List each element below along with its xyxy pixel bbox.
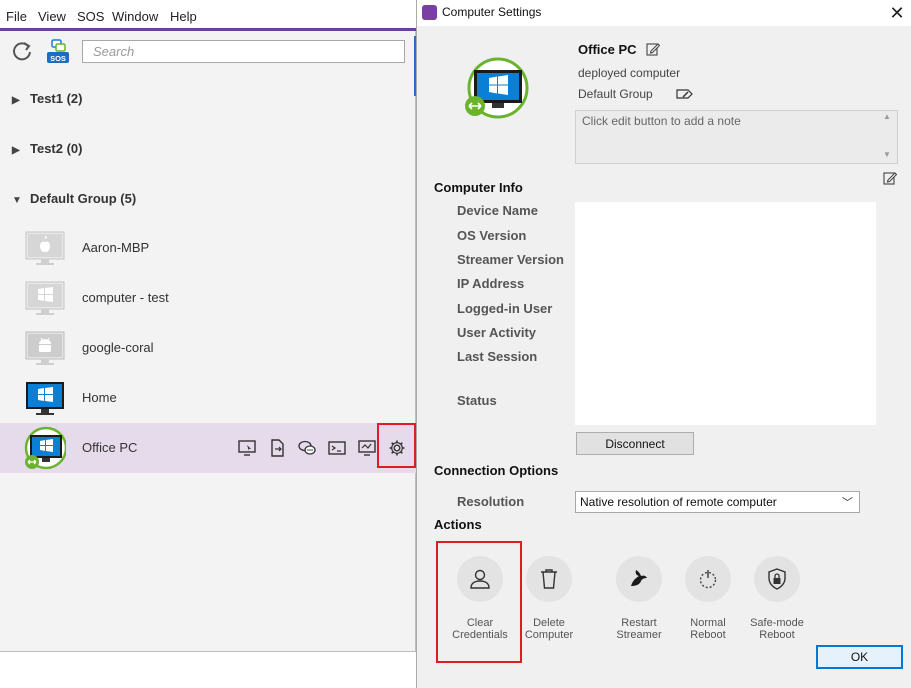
windows-computer-connected-icon <box>24 426 66 470</box>
search-input[interactable] <box>82 40 405 63</box>
app-logo-icon <box>422 5 437 20</box>
normal-reboot-button[interactable]: Normal Reboot <box>668 556 748 641</box>
sos-label: SOS <box>50 54 66 63</box>
windows-computer-online-icon <box>26 382 64 415</box>
group-default[interactable]: ▼ Default Group (5) <box>12 191 136 211</box>
computer-row-aaron-mbp[interactable]: Aaron-MBP <box>0 223 416 273</box>
clear-credentials-highlight-box <box>436 541 522 663</box>
action-circle <box>616 556 662 602</box>
trash-icon <box>541 569 557 589</box>
mac-computer-icon <box>25 231 65 265</box>
info-label-ip-address: IP Address <box>457 276 525 291</box>
action-label-line1: Restart <box>621 617 657 629</box>
note-field[interactable] <box>575 110 898 164</box>
action-circle <box>685 556 731 602</box>
action-label-line2: Streamer <box>616 629 662 641</box>
computer-row-home[interactable]: Home <box>0 373 416 423</box>
main-window: File View SOS Window Help SOS ▶Test1 (2)… <box>0 0 417 652</box>
action-label-line2: Computer <box>524 629 574 641</box>
computer-name-heading: Office PC <box>578 42 637 57</box>
group-label: Test1 (2) <box>30 91 83 106</box>
windows-computer-connected-icon <box>465 57 529 119</box>
menu-bar: File View SOS Window Help <box>0 0 416 28</box>
computer-row-google-coral[interactable]: google-coral <box>0 323 416 373</box>
gear-highlight-box <box>377 423 416 468</box>
group-test2[interactable]: ▶ Test2 (0) <box>12 141 83 161</box>
safe-mode-reboot-button[interactable]: Safe-mode Reboot <box>737 556 817 641</box>
computer-name: google-coral <box>82 340 154 355</box>
computer-name: Office PC <box>82 440 138 455</box>
menu-view[interactable]: View <box>38 9 66 24</box>
connection-options-heading: Connection Options <box>434 463 559 478</box>
close-icon[interactable]: ✕ <box>887 3 907 23</box>
file-transfer-icon[interactable] <box>268 439 286 457</box>
info-label-last-session: Last Session <box>457 349 538 364</box>
action-label-line2: Reboot <box>690 629 726 641</box>
dialog-title-bar: Computer Settings ✕ <box>417 0 911 26</box>
power-icon <box>699 570 717 589</box>
action-label-line1: Delete <box>533 617 565 629</box>
computer-row-computer-test[interactable]: computer - test <box>0 273 416 323</box>
expand-arrow-icon[interactable]: ▶ <box>12 95 30 106</box>
actions-heading: Actions <box>434 517 482 532</box>
info-label-streamer-version: Streamer Version <box>457 252 564 267</box>
edit-name-icon[interactable] <box>646 42 660 56</box>
remote-control-icon[interactable] <box>238 439 256 457</box>
expand-arrow-icon[interactable]: ▶ <box>12 145 30 156</box>
computer-row-office-pc[interactable]: Office PC <box>0 423 416 473</box>
resolution-value: Native resolution of remote computer <box>580 495 777 509</box>
monitor-icon[interactable] <box>358 439 376 457</box>
resolution-select[interactable]: Native resolution of remote computer ﹀ <box>575 491 860 513</box>
computer-info-values <box>575 202 876 425</box>
toolbar: SOS <box>0 31 416 71</box>
computer-info-heading: Computer Info <box>434 180 523 195</box>
info-label-status: Status <box>457 393 497 408</box>
windows-computer-offline-icon <box>25 281 65 315</box>
group-label: Default Group (5) <box>30 191 137 206</box>
computer-name: Home <box>82 390 117 405</box>
action-circle <box>754 556 800 602</box>
scroll-up-icon[interactable]: ▲ <box>883 112 891 121</box>
streamer-icon <box>631 570 647 586</box>
menu-help[interactable]: Help <box>170 9 197 24</box>
terminal-icon[interactable] <box>328 439 346 457</box>
scroll-down-icon[interactable]: ▼ <box>883 150 891 159</box>
action-label-line1: Normal <box>690 617 726 629</box>
sos-icon[interactable]: SOS <box>45 38 71 64</box>
shield-lock-icon <box>768 568 786 590</box>
ok-button[interactable]: OK <box>816 645 903 669</box>
group-test1[interactable]: ▶ Test1 (2) <box>12 91 83 111</box>
menu-window[interactable]: Window <box>112 9 158 24</box>
info-label-user-activity: User Activity <box>457 325 536 340</box>
move-group-icon[interactable] <box>676 87 693 101</box>
restart-streamer-button[interactable]: Restart Streamer <box>599 556 679 641</box>
action-label-line1: Safe-mode <box>750 617 804 629</box>
info-label-os-version: OS Version <box>457 228 527 243</box>
computer-name: Aaron-MBP <box>82 240 150 255</box>
computer-description: deployed computer <box>578 66 681 80</box>
disconnect-button[interactable]: Disconnect <box>576 432 694 455</box>
action-label-line2: Reboot <box>759 629 795 641</box>
info-label-device-name: Device Name <box>457 203 538 218</box>
info-label-logged-in-user: Logged-in User <box>457 301 553 316</box>
menu-sos[interactable]: SOS <box>77 9 104 24</box>
action-circle <box>526 556 572 602</box>
resolution-label: Resolution <box>457 494 525 509</box>
chat-icon[interactable] <box>298 439 316 457</box>
menu-file[interactable]: File <box>6 9 27 24</box>
chevron-down-icon: ﹀ <box>842 497 853 509</box>
computer-name: computer - test <box>82 290 169 305</box>
dialog-title: Computer Settings <box>442 5 542 19</box>
computer-settings-dialog: Computer Settings ✕ Office PC deployed c… <box>416 0 911 688</box>
edit-note-icon[interactable] <box>883 171 897 185</box>
group-label: Test2 (0) <box>30 141 83 156</box>
android-computer-icon <box>25 331 65 365</box>
computer-group: Default Group <box>578 87 653 101</box>
collapse-arrow-icon[interactable]: ▼ <box>12 195 30 206</box>
refresh-icon[interactable] <box>11 40 33 62</box>
